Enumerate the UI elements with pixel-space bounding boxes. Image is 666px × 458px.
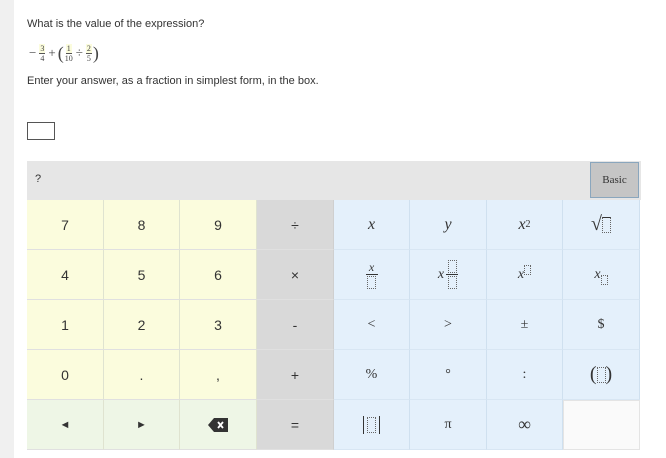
key-equals[interactable]: =: [257, 400, 334, 450]
question-prompt: What is the value of the expression?: [27, 18, 205, 30]
key-9[interactable]: 9: [180, 200, 257, 250]
key-x-squared-exp: 2: [525, 219, 531, 230]
key-y-label: y: [444, 215, 452, 233]
expr-open-paren: (: [57, 43, 64, 63]
key-left-arrow[interactable]: ◄: [27, 400, 104, 450]
help-button[interactable]: ?: [35, 173, 41, 185]
placeholder-box-icon: [601, 216, 611, 233]
key-divide[interactable]: ÷: [257, 200, 334, 250]
mixed-bottom-placeholder: [447, 276, 457, 289]
key-8[interactable]: 8: [104, 200, 180, 250]
left-arrow-icon: ◄: [59, 418, 71, 431]
key-decimal[interactable]: .: [104, 350, 180, 400]
key-parentheses[interactable]: (): [563, 350, 640, 400]
expr-divide: ÷: [75, 45, 83, 60]
parentheses-placeholder-icon: [596, 366, 606, 383]
expression: − 3 4 + ( 1 10 ÷ 2 5 ): [27, 41, 99, 65]
key-x-squared[interactable]: x2: [487, 200, 563, 250]
mixed-bar: [446, 274, 459, 275]
key-degree[interactable]: °: [410, 350, 487, 400]
key-dollar[interactable]: $: [563, 300, 640, 350]
fraction-placeholder: [367, 275, 376, 289]
fraction-icon: x: [365, 259, 378, 289]
paren-left: (: [589, 363, 597, 385]
key-power[interactable]: x: [487, 250, 563, 300]
expr-fraction-3-den: 5: [86, 53, 91, 63]
key-7[interactable]: 7: [27, 200, 104, 250]
key-times[interactable]: ×: [257, 250, 334, 300]
mixed-top-placeholder: [447, 260, 457, 273]
key-1[interactable]: 1: [27, 300, 104, 350]
answer-input[interactable]: [27, 122, 55, 140]
key-6[interactable]: 6: [180, 250, 257, 300]
power-placeholder-icon: [524, 264, 532, 275]
key-y[interactable]: y: [410, 200, 487, 250]
subscript-placeholder-icon: [600, 274, 608, 285]
key-x-squared-base: x: [518, 215, 526, 233]
instruction-text: Enter your answer, as a fraction in simp…: [27, 75, 319, 87]
mixed-x: x: [437, 266, 445, 282]
key-x-label: x: [367, 215, 376, 233]
key-greater-than[interactable]: >: [410, 300, 487, 350]
right-arrow-icon: ►: [136, 418, 147, 431]
math-keypad: ? Basic 7 8 9 ÷ x y x2 √ 4 5 6 × x x x x…: [27, 161, 641, 451]
expr-fraction-2-num: 1: [65, 43, 72, 54]
key-minus[interactable]: -: [257, 300, 334, 350]
keypad-header: ? Basic: [27, 161, 641, 200]
expr-fraction-1-num: 3: [39, 43, 46, 54]
expr-fraction-1: 3 4: [39, 43, 46, 63]
expr-close-paren: ): [92, 43, 99, 63]
key-5[interactable]: 5: [104, 250, 180, 300]
expr-fraction-3-num: 2: [85, 43, 92, 54]
expr-fraction-3: 2 5: [85, 43, 92, 63]
expr-fraction-1-den: 4: [40, 53, 45, 63]
key-ratio[interactable]: :: [487, 350, 563, 400]
key-right-arrow[interactable]: ►: [104, 400, 180, 450]
key-less-than[interactable]: <: [334, 300, 410, 350]
mixed-number-icon: [446, 260, 459, 289]
key-plus-minus[interactable]: ±: [487, 300, 563, 350]
expr-fraction-2: 1 10: [64, 43, 73, 63]
backspace-icon: [208, 417, 228, 432]
infinity-symbol: ∞: [518, 414, 531, 434]
left-rail: [0, 0, 14, 458]
key-comma[interactable]: ,: [180, 350, 257, 400]
basic-mode-button[interactable]: Basic: [590, 162, 639, 198]
expr-minus: −: [29, 45, 37, 60]
paren-right: ): [605, 363, 613, 385]
key-absolute-value[interactable]: [334, 400, 410, 450]
sqrt-icon: √: [591, 213, 602, 235]
key-pi[interactable]: π: [410, 400, 487, 450]
key-sqrt[interactable]: √: [563, 200, 640, 250]
key-3[interactable]: 3: [180, 300, 257, 350]
key-backspace[interactable]: [180, 400, 257, 450]
key-2[interactable]: 2: [104, 300, 180, 350]
key-0[interactable]: 0: [27, 350, 104, 400]
key-mixed-number[interactable]: x: [410, 250, 487, 300]
key-percent[interactable]: %: [334, 350, 410, 400]
fraction-bar: [365, 273, 378, 275]
absolute-value-icon: [363, 415, 380, 434]
expr-fraction-2-den: 10: [64, 53, 73, 63]
key-plus[interactable]: +: [257, 350, 334, 400]
key-x[interactable]: x: [334, 200, 410, 250]
key-subscript[interactable]: x: [563, 250, 640, 300]
key-4[interactable]: 4: [27, 250, 104, 300]
keypad-keys: 7 8 9 ÷ x y x2 √ 4 5 6 × x x x x 1 2 3 -…: [27, 200, 641, 451]
expr-plus: +: [48, 45, 56, 60]
empty-key-slot: [563, 400, 640, 450]
fraction-x: x: [368, 259, 375, 274]
key-infinity[interactable]: ∞: [487, 400, 563, 450]
key-fraction[interactable]: x: [334, 250, 410, 300]
